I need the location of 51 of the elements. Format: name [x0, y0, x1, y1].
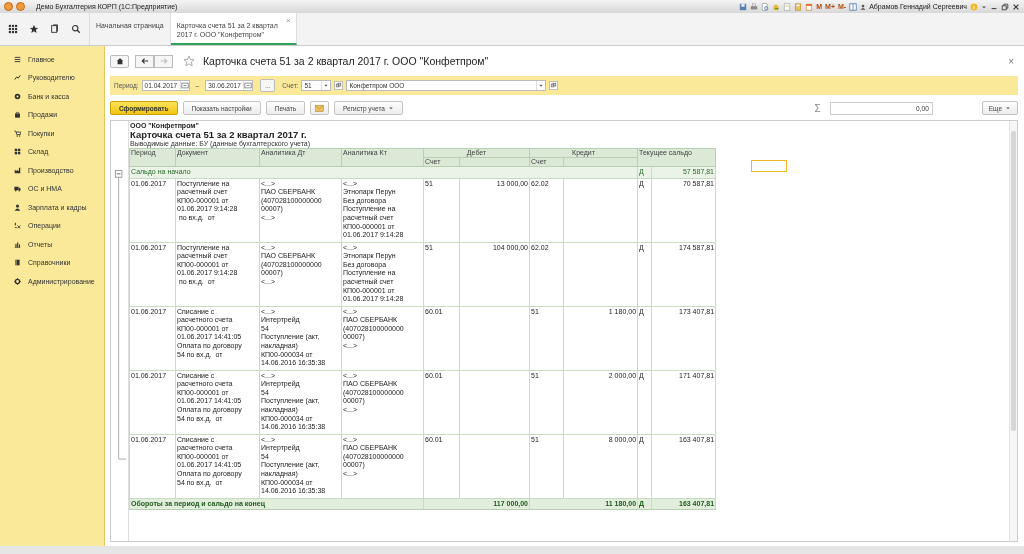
trend-icon — [14, 74, 21, 82]
coin-icon — [14, 92, 21, 100]
caret-icon — [387, 105, 394, 111]
grid-icon — [14, 148, 21, 156]
scrollbar[interactable] — [1009, 121, 1017, 541]
star-icon[interactable] — [28, 24, 39, 34]
envelope-icon — [315, 104, 325, 112]
table-cell — [459, 370, 530, 435]
home-icon — [115, 57, 124, 65]
open-link-icon[interactable] — [334, 81, 344, 90]
book-icon — [14, 259, 21, 267]
back-button[interactable] — [135, 54, 154, 68]
table-cell — [459, 306, 530, 371]
gear-icon — [14, 277, 21, 285]
cart-icon — [14, 129, 21, 137]
page-title: Карточка счета 51 за 2 квартал 2017 г. ООО "Конфетпром" — [203, 55, 489, 67]
bar-chart-icon — [14, 240, 21, 248]
mail-button[interactable] — [310, 101, 330, 115]
restore-icon[interactable] — [1001, 2, 1009, 11]
document-icon[interactable] — [783, 2, 792, 11]
close-button[interactable]: × — [1008, 55, 1014, 67]
open-link-icon[interactable] — [549, 81, 559, 90]
favorite-star-icon[interactable] — [183, 55, 195, 67]
close-icon[interactable] — [1012, 2, 1020, 11]
forward-arrow-icon — [159, 57, 168, 65]
group-collapse-icon[interactable] — [114, 169, 127, 461]
history-icon[interactable] — [50, 24, 61, 34]
home-button[interactable] — [110, 54, 129, 68]
search-icon[interactable] — [71, 24, 82, 34]
panel-icon[interactable] — [849, 2, 858, 11]
back-arrow-icon — [140, 57, 149, 65]
sum-symbol: Σ — [814, 102, 821, 114]
bag-icon — [14, 111, 21, 119]
caret-icon — [1005, 105, 1011, 111]
print-icon[interactable] — [750, 2, 759, 11]
truck-icon — [14, 185, 21, 193]
calendar-icon[interactable] — [243, 81, 253, 90]
apps-grid-icon[interactable] — [7, 24, 18, 34]
list-icon — [14, 55, 21, 63]
preview-icon[interactable] — [761, 2, 770, 11]
selected-cell[interactable] — [751, 160, 787, 172]
operations-icon — [14, 222, 21, 230]
person-icon — [14, 203, 21, 211]
caret-icon[interactable] — [981, 3, 987, 10]
factory-icon — [14, 166, 21, 174]
save-icon[interactable] — [739, 2, 748, 11]
user-icon — [860, 3, 867, 10]
table-cell — [459, 434, 530, 499]
calendar-icon[interactable] — [805, 2, 814, 11]
report-title: Карточка счета 51 за 2 квартал 2017 г. — [129, 129, 308, 140]
calculator-icon[interactable] — [794, 2, 803, 11]
